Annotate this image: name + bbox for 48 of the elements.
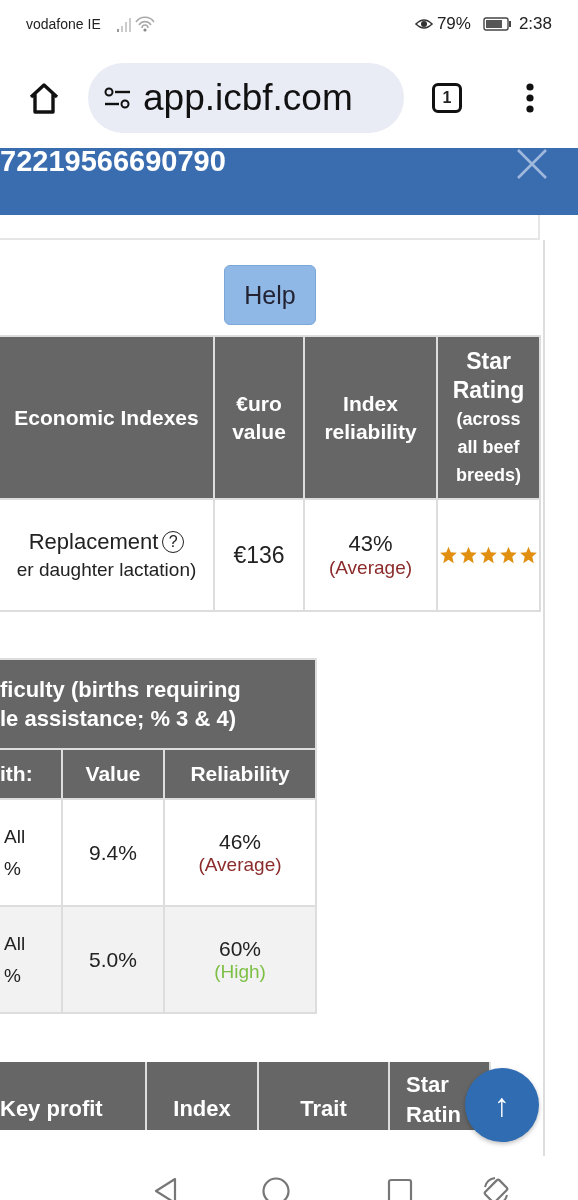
row-label: %: [4, 963, 22, 988]
reliability-value: 43%: [347, 531, 394, 557]
wifi-icon: [134, 16, 155, 32]
home-icon[interactable]: [28, 82, 60, 114]
table-title: le assistance; % 3 & 4): [0, 705, 237, 733]
battery-percent: 79%: [436, 14, 471, 34]
column-header: Reliability: [190, 762, 290, 785]
index-name: Replacement: [28, 529, 159, 555]
column-header: ith:: [0, 762, 33, 785]
tab-count-button[interactable]: 1: [432, 83, 462, 113]
reliability-value: 46%: [218, 829, 262, 854]
column-note: (across all beef breeds): [455, 407, 522, 487]
site-settings-icon[interactable]: [104, 87, 131, 109]
column-header: Key profit: [0, 1096, 103, 1121]
column-header: Index: [173, 1096, 231, 1121]
row-label: All: [4, 931, 27, 956]
back-icon[interactable]: [153, 1176, 178, 1200]
column-header: Economic Indexes: [14, 404, 199, 431]
row-label: %: [4, 856, 22, 881]
close-icon[interactable]: [516, 148, 548, 180]
reliability-rating: (Average): [327, 557, 414, 579]
value-cell: 9.4%: [89, 840, 137, 864]
scroll-to-top-button[interactable]: ↑: [465, 1068, 539, 1142]
help-button[interactable]: Help: [224, 265, 316, 325]
clock-time: 2:38: [518, 14, 552, 34]
value-cell: 5.0%: [89, 947, 137, 971]
eye-icon: [414, 16, 433, 32]
header-title: 72219566690790: [0, 145, 226, 178]
column-header: Star Ratin: [406, 1071, 462, 1129]
row-label: All: [4, 824, 27, 849]
column-header: Star Rating: [451, 346, 526, 405]
carrier-name: vodafone IE: [26, 16, 101, 32]
reliability-rating: (High): [213, 960, 267, 983]
table-title: ficulty (births requiring: [0, 676, 242, 704]
battery-icon: [482, 17, 511, 31]
address-bar[interactable]: app.icbf.com: [88, 63, 404, 133]
column-header: €uro value: [231, 390, 287, 445]
rotate-icon[interactable]: [481, 1174, 511, 1200]
index-unit: er daughter lactation): [15, 559, 198, 581]
column-header: Index reliability: [323, 390, 418, 445]
reliability-rating: (Average): [197, 853, 283, 876]
signal-icon: [116, 16, 131, 32]
column-header: Value: [85, 762, 141, 785]
reliability-value: 60%: [218, 936, 262, 961]
menu-icon[interactable]: [526, 83, 534, 113]
euro-value: €136: [233, 541, 285, 568]
recent-apps-icon[interactable]: [387, 1177, 413, 1200]
column-header: Trait: [300, 1096, 347, 1121]
